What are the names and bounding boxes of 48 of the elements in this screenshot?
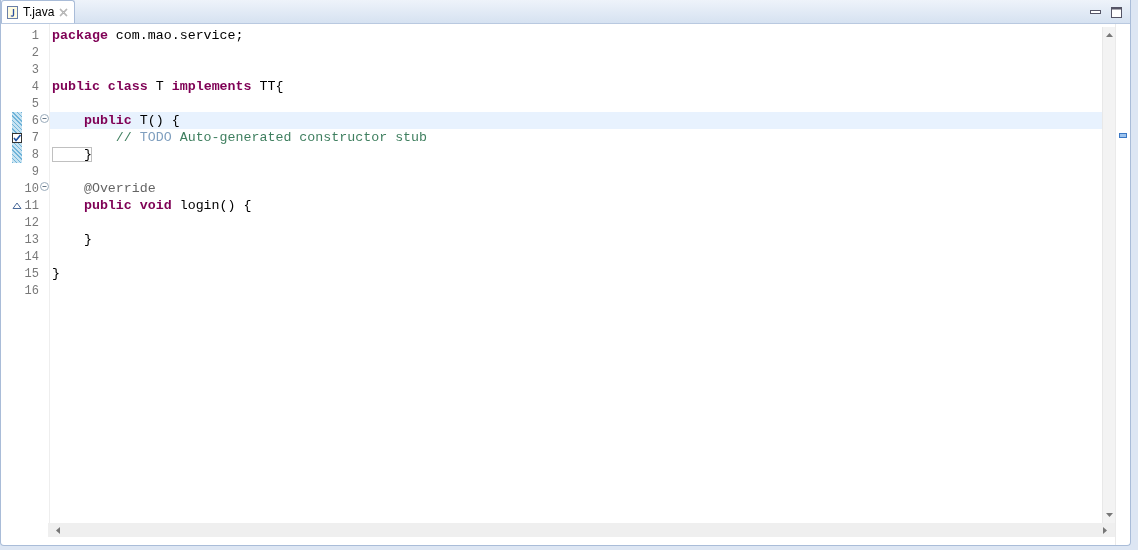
code-token: implements	[170, 79, 252, 94]
maximize-icon[interactable]	[1111, 6, 1122, 18]
line-number: 6	[31, 113, 39, 128]
minimize-icon[interactable]	[1090, 8, 1101, 16]
line-number: 13	[24, 232, 39, 247]
editor-tab[interactable]: T.java	[1, 0, 76, 23]
line-number: 1	[31, 28, 39, 43]
code-token: class	[106, 79, 148, 94]
code-token: T	[154, 79, 164, 94]
code-token: //	[114, 130, 132, 145]
code-token: @Override	[82, 181, 156, 196]
scroll-left-icon[interactable]	[56, 526, 60, 534]
overview-task-marker-icon[interactable]	[1119, 133, 1127, 138]
line-number: 12	[24, 215, 39, 230]
code-token: Auto-generated constructor stub	[178, 130, 428, 145]
code-token: }	[52, 266, 60, 281]
code-token: package	[52, 28, 108, 43]
code-token: public	[52, 79, 100, 94]
vertical-scrollbar[interactable]	[1102, 27, 1115, 523]
fold-minus-icon[interactable]	[40, 182, 49, 191]
code-token: }	[82, 232, 92, 247]
line-number: 16	[24, 283, 39, 298]
line-number: 3	[31, 62, 39, 77]
code-token: T() {	[138, 113, 180, 128]
line-number: 2	[31, 45, 39, 60]
line-number: 10	[24, 181, 39, 196]
horizontal-scrollbar[interactable]	[48, 523, 1115, 537]
line-number: 11	[24, 198, 39, 213]
line-number: 8	[31, 147, 39, 162]
code-token: public	[82, 198, 132, 213]
scroll-down-icon[interactable]	[1105, 513, 1113, 517]
fold-minus-icon[interactable]	[40, 114, 49, 123]
code-token: com.mao.service;	[114, 28, 244, 43]
line-number: 4	[31, 79, 39, 94]
line-number: 14	[24, 249, 39, 264]
code-token: TODO	[138, 130, 172, 145]
code-token: public	[82, 113, 132, 128]
line-number: 5	[31, 96, 39, 111]
line-number: 9	[31, 164, 39, 179]
code-token: }	[52, 147, 92, 162]
line-number: 15	[24, 266, 39, 281]
line-number: 7	[31, 130, 39, 145]
code-token: TT{	[258, 79, 284, 94]
scroll-up-icon[interactable]	[1105, 33, 1113, 37]
java-file-icon	[7, 5, 18, 19]
scroll-right-icon[interactable]	[1103, 526, 1107, 534]
code-token: login() {	[178, 198, 252, 213]
code-token: void	[138, 198, 172, 213]
